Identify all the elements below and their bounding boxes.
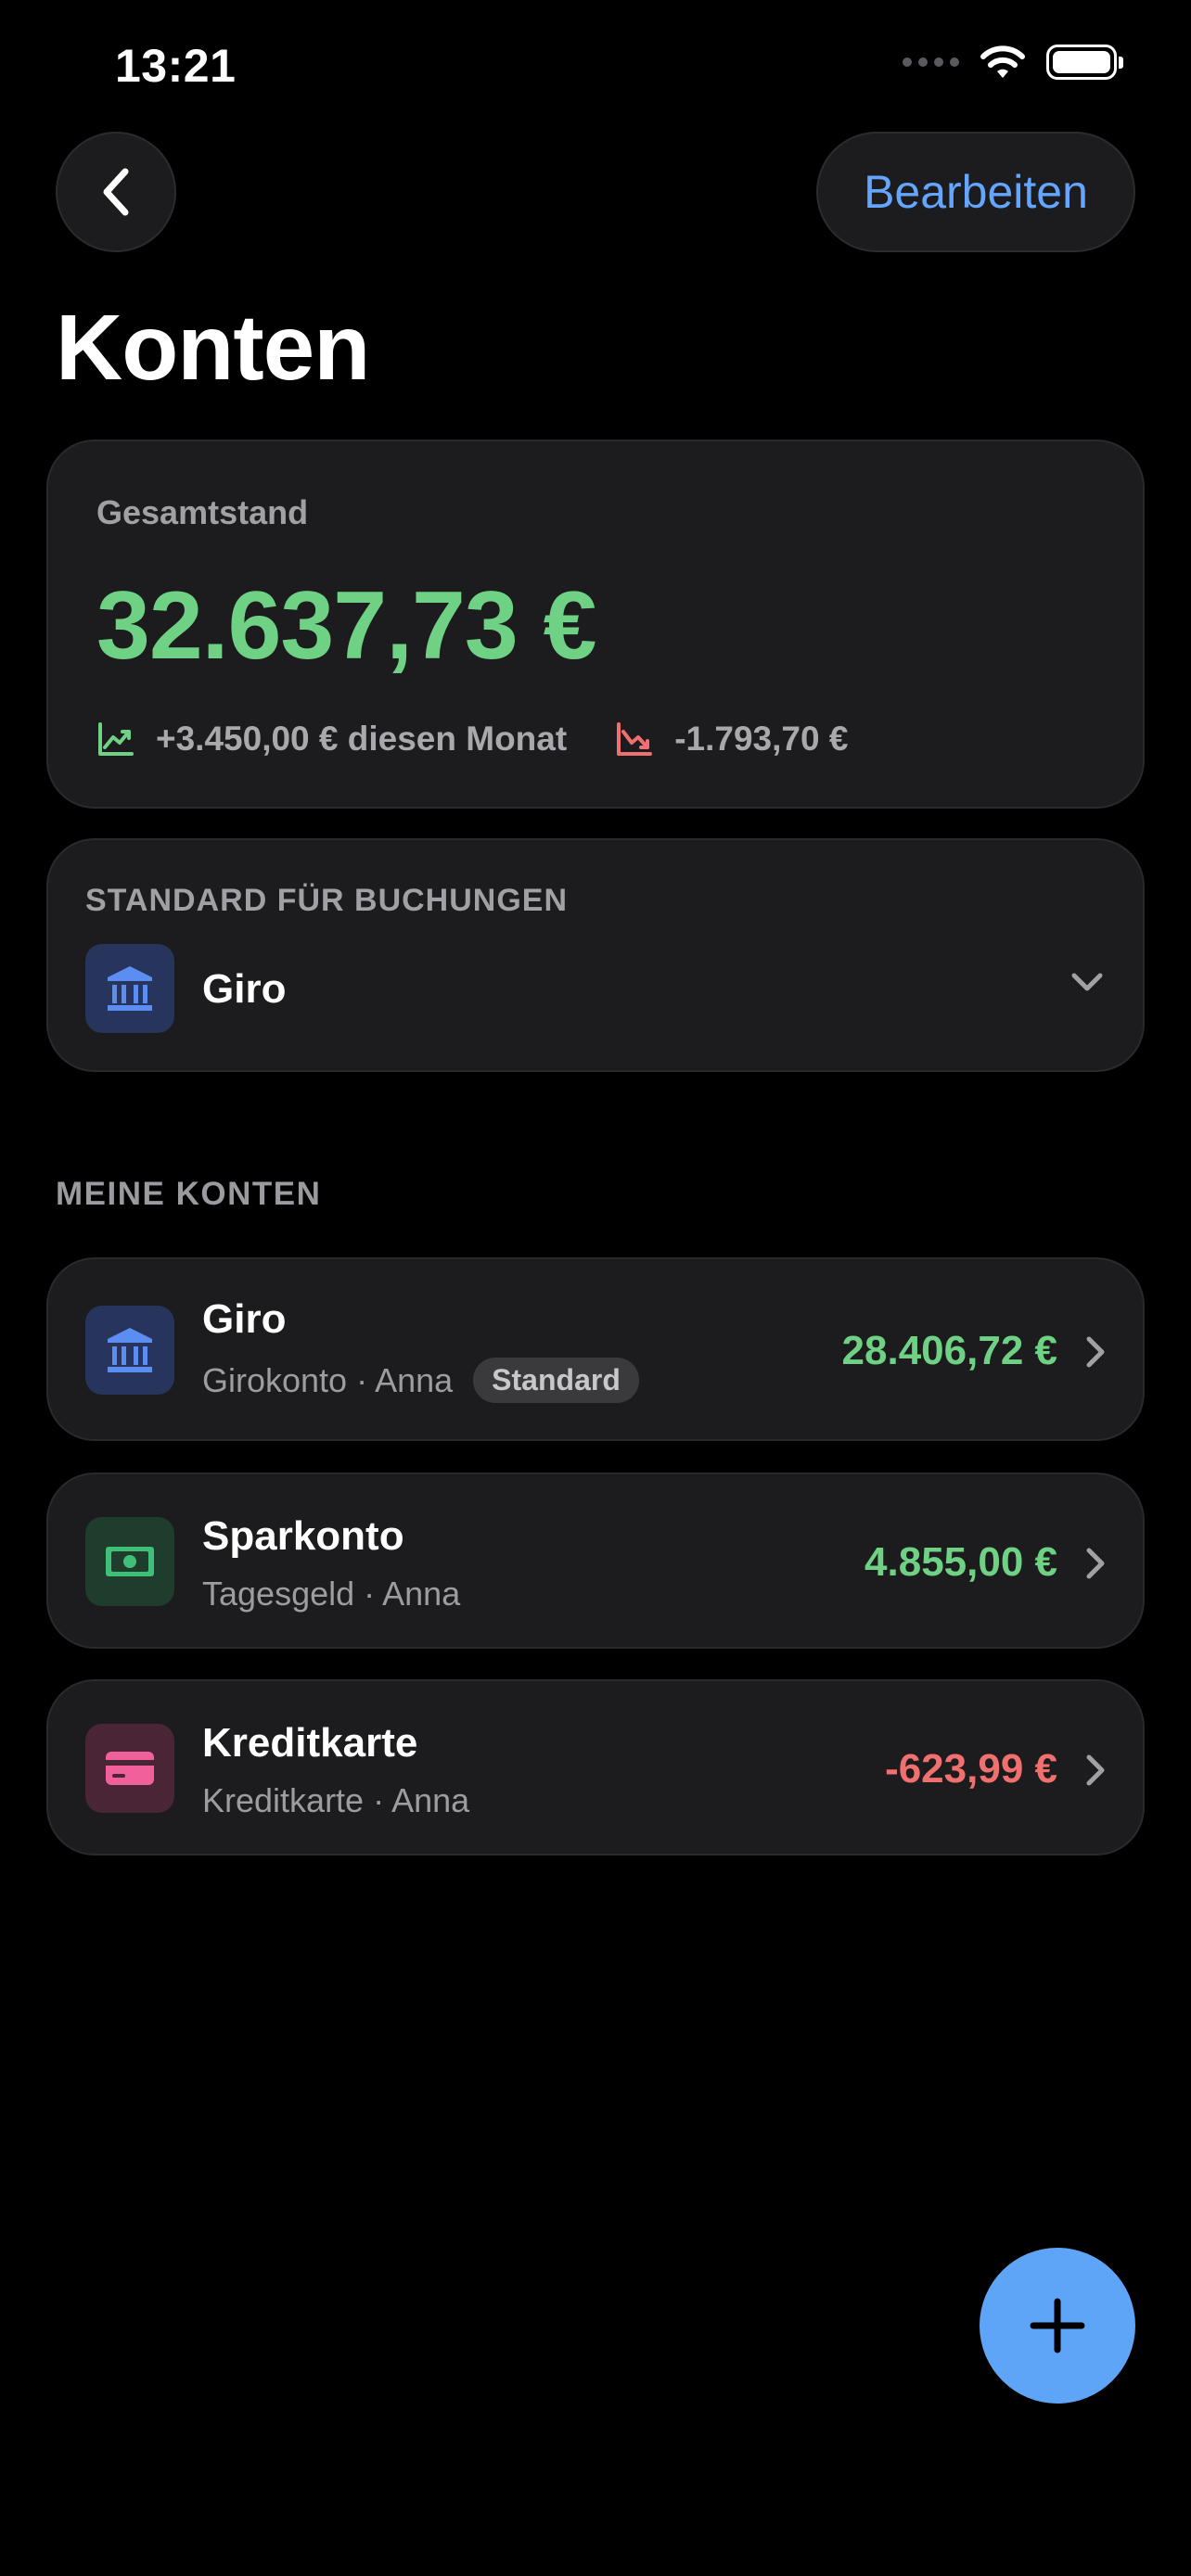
default-account-icon bbox=[85, 944, 174, 1033]
monthly-trend-row: +3.450,00 € diesen Monat -1.793,70 € bbox=[96, 720, 848, 759]
account-subtitle-row: Girokonto · Anna Standard bbox=[202, 1358, 639, 1403]
total-balance-card: Gesamtstand 32.637,73 € +3.450,00 € dies… bbox=[46, 440, 1145, 809]
account-subtitle: Girokonto · Anna bbox=[202, 1360, 454, 1399]
chevron-right-icon bbox=[1086, 1548, 1105, 1579]
chevron-right-icon bbox=[1086, 1754, 1105, 1786]
credit-card-icon bbox=[106, 1752, 154, 1785]
account-row-kreditkarte[interactable]: Kreditkarte Kreditkarte · Anna -623,99 € bbox=[46, 1679, 1145, 1855]
default-account-heading: STANDARD FÜR BUCHUNGEN bbox=[85, 883, 569, 918]
cellular-signal-icon bbox=[903, 57, 959, 67]
account-name: Giro bbox=[202, 1296, 287, 1342]
account-balance: 4.855,00 € bbox=[864, 1539, 1057, 1585]
battery-icon bbox=[1046, 45, 1123, 80]
accounts-screen: 13:21 Bearbeiten Konten Gesamtstand 32.6… bbox=[0, 0, 1191, 2576]
account-balance: 28.406,72 € bbox=[841, 1328, 1057, 1373]
default-account-name: Giro bbox=[202, 966, 287, 1012]
plus-icon bbox=[1030, 2298, 1085, 2353]
banknote-icon bbox=[106, 1547, 154, 1576]
account-balance: -623,99 € bbox=[885, 1746, 1057, 1792]
bank-icon bbox=[108, 1328, 152, 1372]
chevron-right-icon bbox=[1086, 1336, 1105, 1368]
account-icon bbox=[85, 1517, 174, 1606]
page-title: Konten bbox=[56, 296, 370, 400]
bank-icon bbox=[108, 966, 152, 1011]
account-row-sparkonto[interactable]: Sparkonto Tagesgeld · Anna 4.855,00 € bbox=[46, 1473, 1145, 1649]
account-row-giro[interactable]: Giro Girokonto · Anna Standard 28.406,72… bbox=[46, 1257, 1145, 1441]
chevron-left-icon bbox=[103, 168, 129, 216]
section-heading-my-accounts: MEINE KONTEN bbox=[56, 1176, 322, 1212]
account-icon bbox=[85, 1306, 174, 1395]
back-button[interactable] bbox=[56, 132, 176, 252]
standard-badge: Standard bbox=[473, 1358, 639, 1403]
account-subtitle: Kreditkarte · Anna bbox=[202, 1781, 470, 1819]
account-name: Kreditkarte bbox=[202, 1720, 418, 1766]
expenses-text: -1.793,70 € bbox=[674, 720, 849, 758]
chevron-down-icon bbox=[1071, 973, 1103, 991]
default-account-picker[interactable]: STANDARD FÜR BUCHUNGEN Giro bbox=[46, 838, 1145, 1072]
total-balance-label: Gesamtstand bbox=[96, 493, 309, 531]
trend-up-icon bbox=[98, 722, 134, 756]
add-account-button[interactable] bbox=[980, 2248, 1135, 2404]
account-name: Sparkonto bbox=[202, 1513, 404, 1559]
income-text: +3.450,00 € diesen Monat bbox=[156, 720, 568, 758]
status-time: 13:21 bbox=[115, 40, 237, 92]
status-icons bbox=[903, 45, 1123, 80]
total-balance-amount: 32.637,73 € bbox=[96, 572, 596, 680]
account-subtitle: Tagesgeld · Anna bbox=[202, 1575, 461, 1613]
wifi-icon bbox=[980, 45, 1025, 78]
edit-button[interactable]: Bearbeiten bbox=[816, 132, 1135, 252]
trend-down-icon bbox=[617, 722, 653, 756]
account-icon bbox=[85, 1724, 174, 1813]
